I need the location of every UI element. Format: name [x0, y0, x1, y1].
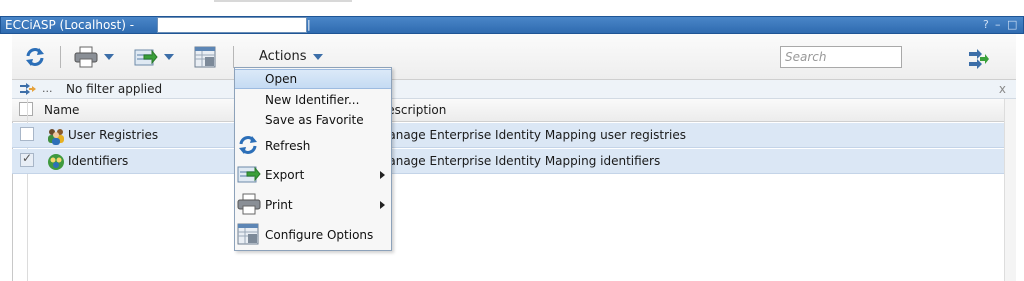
- menu-item-label: Configure Options: [265, 228, 374, 242]
- user-registries-icon: [46, 127, 66, 148]
- refresh-icon: [26, 48, 44, 66]
- window-title-mark: |: [307, 18, 311, 31]
- export-menu-button[interactable]: [134, 44, 174, 70]
- actions-label: Actions: [259, 49, 307, 64]
- row-checkbox[interactable]: [20, 151, 34, 167]
- menu-item-new-identifier[interactable]: New Identifier...: [235, 90, 391, 110]
- menu-item-label: Export: [265, 168, 305, 182]
- configure-options-button[interactable]: [194, 44, 216, 70]
- table-header: Name Description: [12, 99, 1004, 122]
- maximize-button[interactable]: □: [1007, 18, 1017, 31]
- menu-item-configure-options[interactable]: Configure Options: [235, 222, 391, 248]
- tab-indicator: [214, 0, 352, 2]
- top-strip: [0, 0, 1024, 16]
- clear-filter-button[interactable]: x: [999, 82, 1006, 96]
- submenu-arrow-icon: [380, 171, 385, 179]
- toolbar-separator: [233, 46, 234, 68]
- filter-options-button[interactable]: ...: [42, 82, 53, 95]
- vertical-scrollbar[interactable]: [1004, 99, 1016, 281]
- chevron-down-icon: [164, 54, 174, 60]
- export-icon: [237, 163, 261, 188]
- menu-item-export[interactable]: Export: [235, 162, 391, 188]
- table-row[interactable]: Identifiers Manage Enterprise Identity M…: [12, 149, 1004, 174]
- row-name[interactable]: Identifiers: [68, 154, 128, 168]
- menu-item-label: Refresh: [265, 139, 311, 153]
- refresh-icon: [237, 134, 259, 159]
- row-description: Manage Enterprise Identity Mapping user …: [378, 128, 686, 142]
- menu-item-label: Print: [265, 198, 293, 212]
- window-title: ECCiASP (Localhost) -: [5, 18, 135, 32]
- toolbar-separator: [60, 46, 61, 68]
- actions-menu: Open New Identifier... Save as Favorite …: [234, 67, 392, 251]
- select-all-checkbox[interactable]: [19, 102, 33, 116]
- print-icon: [74, 46, 98, 68]
- export-icon: [134, 49, 158, 66]
- chevron-down-icon: [104, 54, 114, 60]
- actions-menu-button[interactable]: Actions: [259, 49, 323, 64]
- filter-icon[interactable]: [20, 83, 36, 98]
- print-icon: [237, 193, 261, 218]
- menu-item-label: Save as Favorite: [265, 113, 364, 127]
- filter-status-text: No filter applied: [66, 82, 163, 96]
- filter-bar: ... No filter applied x: [12, 80, 1016, 99]
- submenu-arrow-icon: [380, 201, 385, 209]
- menu-item-save-as-favorite[interactable]: Save as Favorite: [235, 110, 391, 130]
- advanced-filter-button[interactable]: [968, 46, 990, 72]
- search-input[interactable]: Search: [780, 46, 902, 68]
- window-title-field[interactable]: [157, 17, 307, 33]
- window-titlebar: ECCiASP (Localhost) - | ? – □: [0, 16, 1024, 34]
- configure-options-icon: [194, 46, 216, 68]
- print-menu-button[interactable]: [74, 44, 114, 70]
- row-description: Manage Enterprise Identity Mapping ident…: [378, 154, 661, 168]
- filter-toggle-icon: [969, 49, 989, 69]
- menu-item-print[interactable]: Print: [235, 192, 391, 218]
- menu-item-open[interactable]: Open: [235, 69, 391, 89]
- row-name[interactable]: User Registries: [68, 128, 158, 142]
- menu-item-refresh[interactable]: Refresh: [235, 133, 391, 159]
- configure-options-icon: [237, 223, 259, 248]
- table-row[interactable]: User Registries Manage Enterprise Identi…: [12, 123, 1004, 148]
- menu-item-label: New Identifier...: [265, 93, 360, 107]
- chevron-down-icon: [312, 53, 323, 60]
- toolbar: Actions Search: [12, 34, 1016, 80]
- menu-item-label: Open: [265, 72, 298, 86]
- help-button[interactable]: ?: [983, 18, 989, 31]
- identifiers-icon: [46, 153, 66, 174]
- refresh-button[interactable]: [24, 44, 46, 70]
- column-header-name[interactable]: Name: [44, 103, 79, 117]
- minimize-button[interactable]: –: [995, 18, 1001, 31]
- row-checkbox[interactable]: [20, 127, 34, 141]
